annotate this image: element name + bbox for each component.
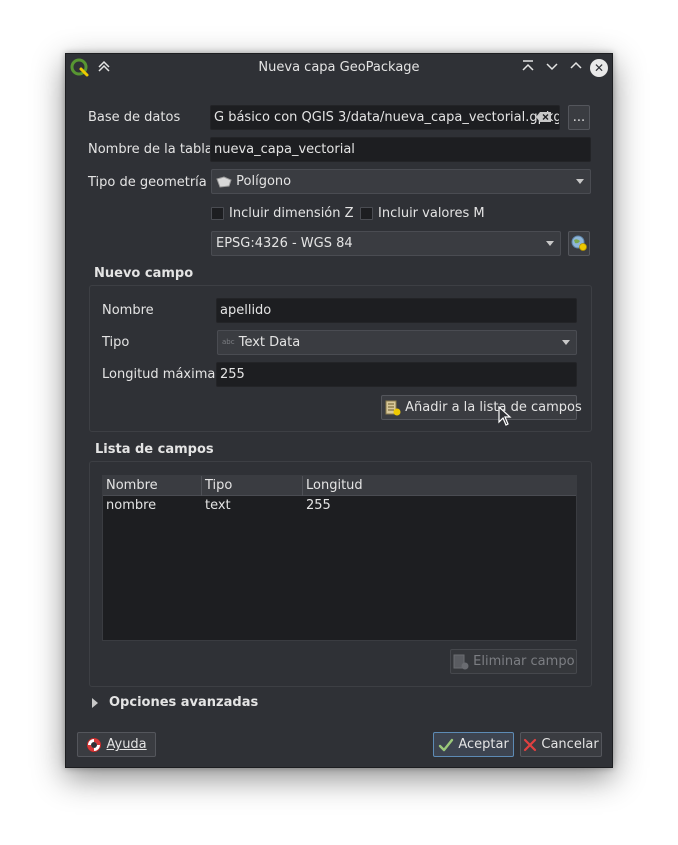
crs-value: EPSG:4326 - WGS 84 bbox=[216, 236, 353, 251]
column-header-length[interactable]: Longitud bbox=[303, 476, 578, 496]
max-length-input[interactable]: 255 bbox=[216, 362, 577, 387]
cancel-button[interactable]: Cancelar bbox=[520, 732, 602, 757]
column-header-type[interactable]: Tipo bbox=[202, 476, 303, 496]
maximize-icon[interactable] bbox=[567, 59, 585, 77]
include-z-checkbox[interactable] bbox=[211, 207, 224, 220]
select-crs-button[interactable] bbox=[568, 231, 590, 256]
cancel-label: Cancelar bbox=[541, 737, 599, 752]
ok-label: Aceptar bbox=[458, 737, 509, 752]
ok-button[interactable]: Aceptar bbox=[433, 732, 514, 757]
field-list-table[interactable]: Nombre Tipo Longitud nombre text 255 bbox=[102, 475, 577, 641]
polygon-icon bbox=[216, 175, 232, 188]
column-header-name[interactable]: Nombre bbox=[103, 476, 202, 496]
shade-icon[interactable] bbox=[519, 59, 537, 77]
lifebuoy-icon bbox=[87, 737, 102, 752]
geometry-type-label: Tipo de geometría bbox=[88, 175, 207, 190]
close-icon[interactable]: ✕ bbox=[590, 59, 608, 77]
cancel-x-icon bbox=[524, 738, 537, 751]
field-type-select[interactable]: abc Text Data bbox=[217, 330, 577, 355]
field-name-input[interactable]: apellido bbox=[216, 298, 577, 323]
field-name-label: Nombre bbox=[102, 303, 154, 318]
remove-field-button[interactable]: Eliminar campo bbox=[450, 649, 577, 674]
mouse-pointer-icon bbox=[498, 406, 512, 426]
browse-button[interactable]: ... bbox=[568, 105, 590, 130]
cell-length: 255 bbox=[306, 498, 331, 513]
field-type-label: Tipo bbox=[102, 335, 130, 350]
title-bar: Nueva capa GeoPackage ✕ bbox=[66, 54, 612, 82]
advanced-options-toggle[interactable]: Opciones avanzadas bbox=[109, 695, 258, 710]
database-path-value: G básico con QGIS 3/data/nueva_capa_vect… bbox=[214, 110, 560, 125]
database-label: Base de datos bbox=[88, 110, 181, 125]
checkmark-icon bbox=[438, 738, 454, 751]
geometry-type-value: Polígono bbox=[236, 174, 292, 189]
add-field-icon bbox=[385, 400, 401, 415]
field-list-group-title: Lista de campos bbox=[95, 442, 214, 457]
include-m-checkbox[interactable] bbox=[360, 207, 373, 220]
field-type-value: Text Data bbox=[238, 335, 301, 350]
table-name-input[interactable]: nueva_capa_vectorial bbox=[210, 137, 591, 162]
remove-field-label: Eliminar campo bbox=[473, 654, 575, 669]
minimize-icon[interactable] bbox=[543, 59, 561, 77]
chevron-down-icon bbox=[576, 179, 584, 184]
geometry-type-select[interactable]: Polígono bbox=[211, 169, 591, 194]
chevron-down-icon bbox=[562, 340, 570, 345]
max-length-label: Longitud máxima bbox=[102, 367, 216, 382]
table-row[interactable]: nombre text 255 bbox=[103, 496, 576, 516]
field-list-header: Nombre Tipo Longitud bbox=[103, 476, 576, 496]
help-label: Ayuda bbox=[106, 737, 147, 752]
remove-field-icon bbox=[453, 654, 469, 669]
cell-type: text bbox=[205, 498, 231, 513]
database-path-input[interactable]: G básico con QGIS 3/data/nueva_capa_vect… bbox=[210, 105, 560, 130]
crs-select[interactable]: EPSG:4326 - WGS 84 bbox=[211, 231, 561, 256]
new-geopackage-dialog: Nueva capa GeoPackage ✕ Base de datos G … bbox=[65, 53, 613, 768]
text-type-icon: abc bbox=[222, 338, 235, 346]
new-field-group-title: Nuevo campo bbox=[94, 266, 194, 281]
expand-arrow-icon[interactable] bbox=[92, 698, 98, 708]
cell-name: nombre bbox=[106, 498, 157, 513]
crs-globe-icon bbox=[571, 235, 587, 251]
include-z-label: Incluir dimensión Z bbox=[229, 206, 354, 221]
table-name-label: Nombre de la tabla bbox=[88, 142, 213, 157]
add-to-field-list-label: Añadir a la lista de campos bbox=[405, 400, 582, 415]
include-m-label: Incluir valores M bbox=[378, 206, 485, 221]
chevron-down-icon bbox=[546, 241, 554, 246]
help-button[interactable]: Ayuda bbox=[77, 732, 156, 757]
add-to-field-list-button[interactable]: Añadir a la lista de campos bbox=[381, 395, 582, 420]
clear-input-icon[interactable] bbox=[536, 111, 552, 123]
